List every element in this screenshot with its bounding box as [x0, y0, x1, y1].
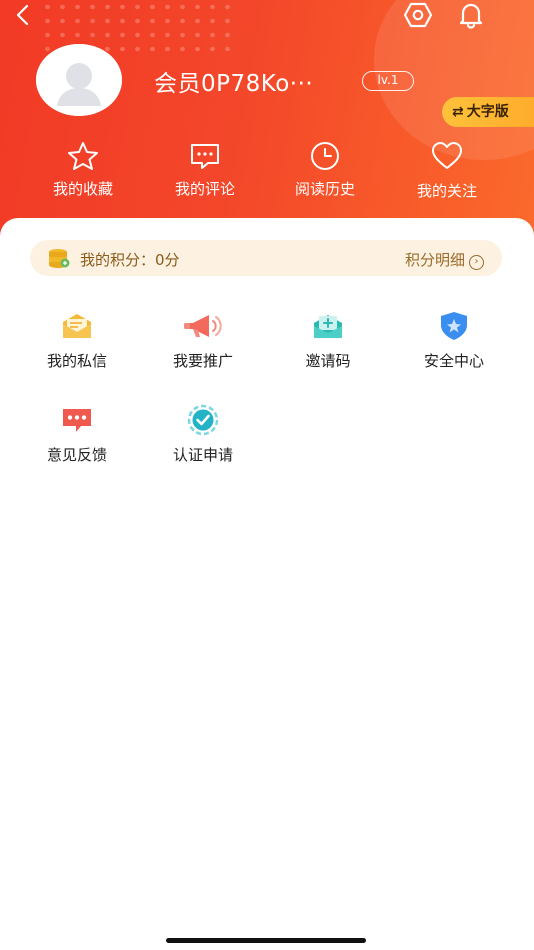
circle-arrow-right-icon: ›: [469, 255, 484, 270]
profile-header: 会员0P78Ko··· lv.1 ⇄ 大字版 我的收藏 我的评论 阅读历史 我的关…: [0, 0, 534, 250]
big-font-mode-button[interactable]: ⇄ 大字版: [442, 97, 534, 127]
verified-icon: [187, 404, 219, 436]
service-verification[interactable]: 认证申请: [148, 404, 258, 465]
star-icon: [68, 142, 98, 170]
service-invite-code[interactable]: 邀请码: [273, 310, 383, 371]
feedback-icon: [63, 409, 91, 432]
points-detail-link[interactable]: 积分明细 ›: [405, 249, 484, 270]
quick-link-comments[interactable]: 我的评论: [150, 140, 260, 199]
swap-arrows-icon: ⇄: [452, 104, 464, 120]
bell-icon: [459, 3, 483, 29]
service-feedback[interactable]: 意见反馈: [22, 404, 132, 465]
chevron-left-icon: [16, 4, 29, 26]
avatar[interactable]: [36, 44, 122, 116]
back-button[interactable]: [10, 2, 36, 28]
quick-link-following[interactable]: 我的关注: [392, 140, 502, 201]
service-security-center[interactable]: 安全中心: [399, 310, 509, 371]
service-private-messages[interactable]: 我的私信: [22, 310, 132, 371]
notification-button[interactable]: [457, 1, 485, 29]
heart-icon: [432, 142, 462, 169]
points-detail-label: 积分明细: [404, 251, 465, 269]
main-content: 我的积分：0分 积分明细 › 我的私信 我要推广 邀请码 安全中心 意见反馈 认…: [0, 218, 534, 950]
home-indicator[interactable]: [166, 938, 366, 943]
megaphone-icon: [184, 315, 222, 337]
shield-icon: [441, 312, 467, 340]
settings-button[interactable]: [403, 1, 433, 29]
service-promotion[interactable]: 我要推广: [148, 310, 258, 371]
service-label: 邀请码: [305, 352, 351, 370]
big-font-label: 大字版: [466, 104, 509, 120]
comment-icon: [191, 144, 219, 169]
service-label: 认证申请: [172, 446, 233, 464]
invite-icon: [314, 315, 342, 338]
points-label: 我的积分：0分: [80, 249, 180, 270]
envelope-icon: [63, 314, 91, 338]
quick-link-label: 我的收藏: [52, 180, 113, 198]
clock-icon: [311, 142, 339, 170]
points-bar[interactable]: 我的积分：0分 积分明细 ›: [30, 240, 502, 276]
coin-stack-icon: [49, 249, 70, 268]
service-label: 安全中心: [423, 352, 484, 370]
quick-link-history[interactable]: 阅读历史: [270, 140, 380, 199]
default-avatar-icon: [36, 44, 122, 116]
quick-link-favorites[interactable]: 我的收藏: [28, 140, 138, 199]
service-label: 我要推广: [172, 352, 233, 370]
quick-link-label: 我的评论: [174, 180, 235, 198]
points-label-text: 我的积分：: [80, 251, 156, 269]
username[interactable]: 会员0P78Ko···: [154, 64, 313, 98]
gear-icon: [403, 2, 433, 28]
quick-link-label: 我的关注: [416, 182, 477, 200]
quick-link-label: 阅读历史: [294, 180, 355, 198]
level-badge: lv.1: [362, 71, 414, 91]
service-label: 意见反馈: [46, 446, 107, 464]
points-value: 0分: [155, 251, 180, 269]
service-label: 我的私信: [46, 352, 107, 370]
